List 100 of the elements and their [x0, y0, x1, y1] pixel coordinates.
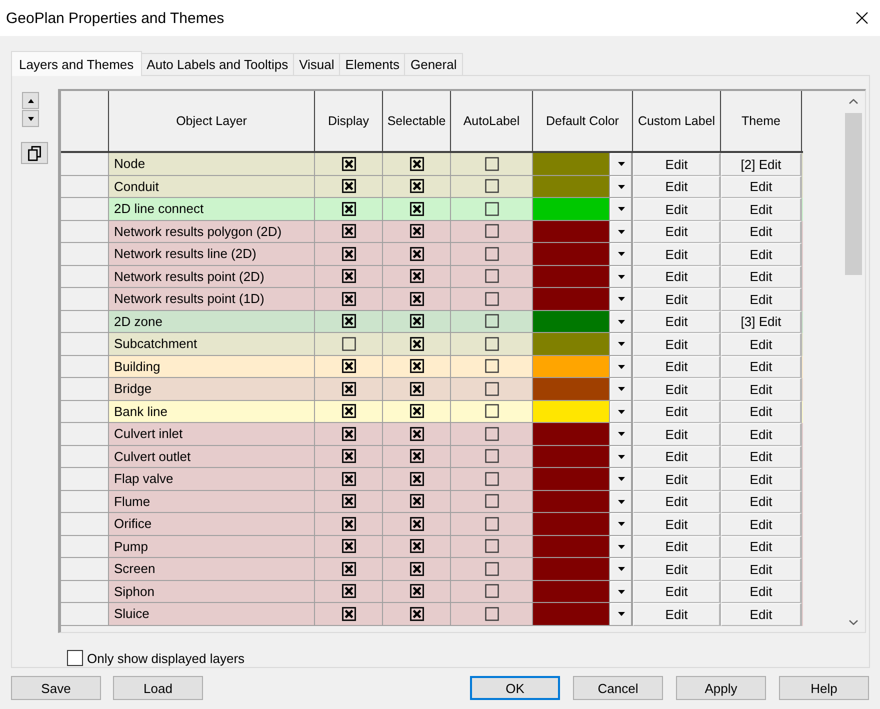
checkbox[interactable] — [342, 156, 356, 171]
checkbox[interactable] — [342, 224, 356, 238]
edit-button[interactable]: Edit — [721, 378, 802, 400]
edit-button[interactable]: Edit — [633, 288, 721, 310]
layer-row[interactable]: Network results polygon (2D) Edit Edit — [61, 220, 803, 243]
checkbox[interactable] — [484, 404, 498, 418]
dropdown-button[interactable] — [610, 176, 631, 197]
edit-button[interactable]: Edit — [633, 266, 721, 288]
row-header-cell[interactable] — [61, 243, 109, 266]
color-swatch[interactable] — [533, 513, 610, 534]
checkbox[interactable] — [410, 156, 424, 171]
layer-row[interactable]: Building Edit Edit — [61, 356, 803, 378]
tab[interactable]: Layers and Themes — [11, 51, 142, 76]
row-header-cell[interactable] — [61, 288, 109, 310]
layer-row[interactable]: Culvert inlet Edit Edit — [61, 423, 803, 446]
layer-row[interactable]: Siphon Edit Edit — [61, 580, 803, 603]
color-swatch[interactable] — [533, 378, 610, 400]
checkbox[interactable] — [410, 584, 424, 598]
scrollbar-thumb[interactable] — [845, 113, 862, 275]
edit-button[interactable]: Edit — [721, 446, 802, 468]
checkbox[interactable] — [484, 539, 498, 554]
checkbox[interactable] — [410, 606, 424, 621]
edit-button[interactable]: Edit — [633, 536, 721, 558]
checkbox[interactable] — [484, 179, 498, 194]
layer-row[interactable]: Sluice Edit Edit — [61, 603, 803, 626]
layer-row[interactable]: Flap valve Edit Edit — [61, 468, 803, 490]
edit-button[interactable]: Edit — [633, 423, 721, 446]
checkbox[interactable] — [342, 449, 356, 464]
checkbox[interactable] — [342, 404, 356, 418]
checkbox[interactable] — [484, 156, 498, 171]
checkbox[interactable] — [342, 179, 356, 194]
checkbox[interactable] — [484, 246, 498, 261]
edit-button[interactable]: Edit — [721, 288, 802, 310]
edit-button[interactable]: Edit — [721, 513, 802, 536]
row-header-cell[interactable] — [61, 310, 109, 333]
dropdown-button[interactable] — [610, 153, 631, 174]
row-header-cell[interactable] — [61, 536, 109, 558]
color-swatch[interactable] — [533, 423, 610, 444]
checkbox[interactable] — [484, 516, 498, 531]
row-header-cell[interactable] — [61, 423, 109, 446]
down-button[interactable] — [22, 110, 39, 127]
tab[interactable]: Auto Labels and Tooltips — [140, 53, 294, 75]
edit-button[interactable]: Edit — [721, 603, 802, 626]
edit-button[interactable]: Edit — [721, 266, 802, 288]
checkbox[interactable] — [342, 269, 356, 284]
checkbox[interactable] — [342, 202, 356, 216]
edit-button[interactable]: Edit — [721, 580, 802, 603]
checkbox[interactable] — [410, 382, 424, 396]
dropdown-button[interactable] — [610, 580, 631, 602]
dropdown-button[interactable] — [610, 446, 631, 467]
edit-button[interactable]: Edit — [721, 220, 802, 243]
checkbox[interactable] — [484, 584, 498, 598]
color-swatch[interactable] — [533, 266, 610, 287]
layer-row[interactable]: Network results point (1D) Edit Edit — [61, 288, 803, 310]
chevron-up-icon[interactable] — [849, 98, 858, 104]
color-swatch[interactable] — [533, 400, 610, 422]
layer-row[interactable]: Network results line (2D) Edit Edit — [61, 243, 803, 266]
layer-row[interactable]: Bank line Edit Edit — [61, 400, 803, 423]
checkbox[interactable] — [410, 449, 424, 464]
checkbox[interactable] — [484, 336, 498, 351]
checkbox[interactable] — [410, 224, 424, 238]
row-header-cell[interactable] — [61, 378, 109, 400]
dropdown-button[interactable] — [610, 378, 631, 400]
checkbox[interactable] — [410, 246, 424, 261]
checkbox[interactable] — [342, 246, 356, 261]
checkbox[interactable] — [484, 426, 498, 441]
dropdown-button[interactable] — [610, 220, 631, 242]
color-swatch[interactable] — [533, 603, 610, 624]
checkbox[interactable] — [342, 292, 356, 306]
row-header-cell[interactable] — [61, 580, 109, 603]
edit-button[interactable]: Edit — [721, 333, 802, 356]
color-swatch[interactable] — [533, 198, 610, 220]
dropdown-button[interactable] — [610, 423, 631, 444]
row-header-cell[interactable] — [61, 468, 109, 490]
checkbox[interactable] — [484, 359, 498, 374]
checkbox[interactable] — [484, 449, 498, 464]
edit-button[interactable]: [2] Edit — [721, 153, 802, 176]
row-header-cell[interactable] — [61, 220, 109, 243]
color-swatch[interactable] — [533, 220, 610, 242]
dropdown-button[interactable] — [610, 513, 631, 534]
layer-row[interactable]: Node Edit [2] Edit — [61, 153, 803, 176]
copy-button[interactable] — [21, 142, 48, 164]
row-header-cell[interactable] — [61, 176, 109, 198]
dropdown-button[interactable] — [610, 558, 631, 580]
checkbox[interactable] — [342, 516, 356, 531]
checkbox[interactable] — [410, 472, 424, 486]
edit-button[interactable]: [3] Edit — [721, 310, 802, 333]
checkbox[interactable] — [410, 426, 424, 441]
row-header-cell[interactable] — [61, 446, 109, 468]
checkbox[interactable] — [410, 314, 424, 328]
chevron-down-icon[interactable] — [849, 620, 858, 624]
checkbox[interactable] — [410, 359, 424, 374]
edit-button[interactable]: Edit — [721, 468, 802, 490]
edit-button[interactable]: Edit — [721, 558, 802, 580]
checkbox[interactable] — [342, 382, 356, 396]
checkbox[interactable] — [342, 314, 356, 328]
color-swatch[interactable] — [533, 580, 610, 602]
checkbox[interactable] — [484, 494, 498, 508]
dropdown-button[interactable] — [610, 603, 631, 624]
edit-button[interactable]: Edit — [633, 446, 721, 468]
